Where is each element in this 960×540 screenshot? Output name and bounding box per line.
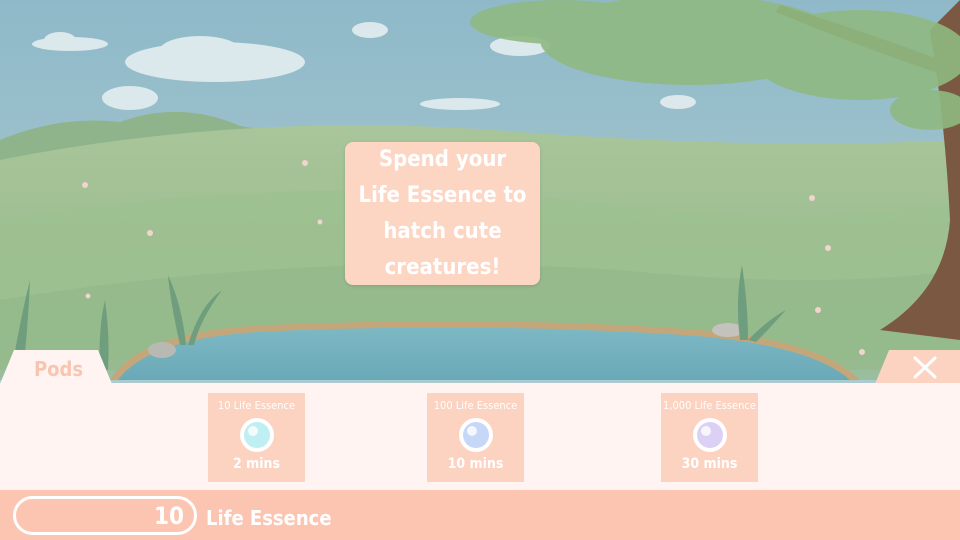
pod-card-2[interactable]: 100 Life Essence 10 mins (427, 393, 524, 482)
pod-card-3[interactable]: 1,000 Life Essence 30 mins (661, 393, 758, 482)
pod-orb-icon (692, 418, 727, 452)
pod-card-1[interactable]: 10 Life Essence 2 mins (208, 393, 305, 482)
status-bar: 10 Life Essence (0, 490, 960, 540)
pod-time: 10 mins (447, 456, 504, 472)
pod-orb-icon (458, 418, 493, 452)
pod-cost: 1,000 Life Essence (663, 399, 756, 412)
pod-cost: 10 Life Essence (217, 399, 296, 412)
hint-tooltip: Spend your Life Essence to hatch cute cr… (345, 142, 540, 285)
tab-pods-label: Pods (34, 357, 84, 381)
pod-orb-icon (239, 418, 274, 452)
essence-label: Life Essence (206, 506, 332, 530)
pod-time: 30 mins (681, 456, 738, 472)
pod-time: 2 mins (232, 456, 281, 472)
pod-cost: 100 Life Essence (433, 399, 518, 412)
tab-pods[interactable]: Pods (0, 350, 112, 384)
essence-value: 10 (153, 502, 184, 530)
essence-counter: 10 (13, 496, 197, 535)
close-button[interactable] (875, 350, 960, 384)
pods-panel: 10 Life Essence 2 mins 100 Life Essence … (0, 383, 960, 490)
